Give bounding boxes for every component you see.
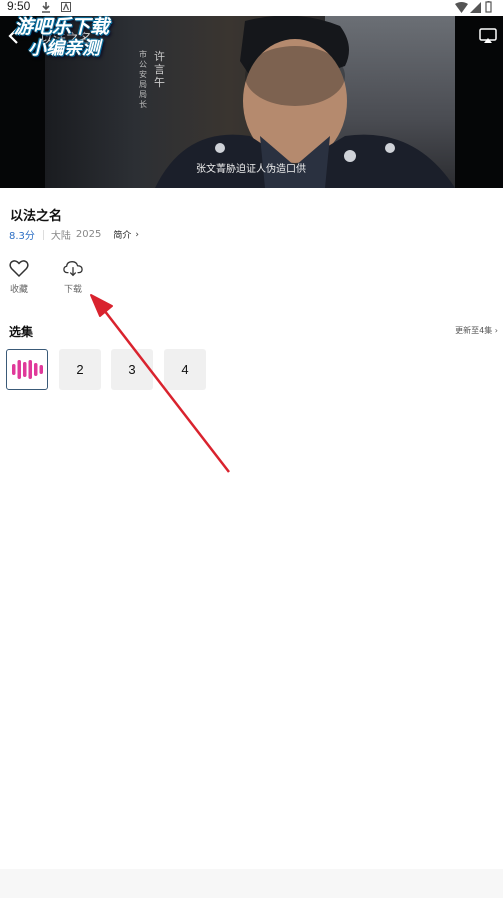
episodes-more-link[interactable]: 更新至4集 › bbox=[455, 325, 498, 336]
favorite-label: 收藏 bbox=[9, 285, 28, 295]
show-title: 以法之名 bbox=[10, 209, 63, 224]
download-label: 下载 bbox=[63, 285, 82, 295]
chevron-right-icon: › bbox=[494, 326, 498, 335]
status-time: 9:50 bbox=[7, 0, 31, 13]
show-region: 大陆 bbox=[50, 231, 71, 242]
watermark-logo: 游吧乐下载 小编亲测 bbox=[14, 16, 110, 59]
show-score: 8.3分 bbox=[9, 231, 35, 242]
video-subtitle: 张文菁胁迫证人伪造口供 bbox=[196, 164, 306, 175]
show-year: 2025 bbox=[75, 229, 102, 240]
episode-item[interactable]: 4 bbox=[164, 349, 206, 390]
episode-item[interactable]: 2 bbox=[59, 349, 101, 390]
signal-icon bbox=[470, 2, 481, 13]
episode-item[interactable]: 3 bbox=[111, 349, 153, 390]
wifi-icon bbox=[455, 2, 468, 13]
heart-icon bbox=[9, 260, 29, 278]
show-meta: 8.3分 大陆 2025 简介 › bbox=[9, 227, 139, 242]
playing-bars-icon bbox=[12, 360, 43, 379]
on-screen-name: 许言午 bbox=[154, 50, 165, 89]
cast-icon[interactable] bbox=[479, 28, 497, 44]
video-player[interactable]: 以法之名 游吧乐下载 小编亲测 市公安局局长 许言午 张文菁胁迫证人伪造口供 bbox=[0, 16, 503, 188]
battery-icon bbox=[485, 1, 492, 13]
chevron-right-icon: › bbox=[135, 229, 139, 240]
episode-item-playing[interactable] bbox=[6, 349, 48, 390]
favorite-button[interactable]: 收藏 bbox=[4, 259, 34, 295]
status-bar: 9:50 bbox=[0, 0, 503, 16]
intro-link[interactable]: 简介 bbox=[113, 228, 131, 241]
bottom-area bbox=[0, 869, 503, 898]
cloud-download-icon bbox=[63, 261, 83, 277]
download-button[interactable]: 下载 bbox=[58, 259, 88, 295]
notification-app-icon bbox=[61, 2, 71, 12]
episodes-heading: 选集 bbox=[9, 325, 34, 339]
on-screen-role: 市公安局局长 bbox=[139, 50, 147, 109]
meta-divider bbox=[42, 229, 44, 240]
download-status-icon bbox=[42, 2, 50, 13]
